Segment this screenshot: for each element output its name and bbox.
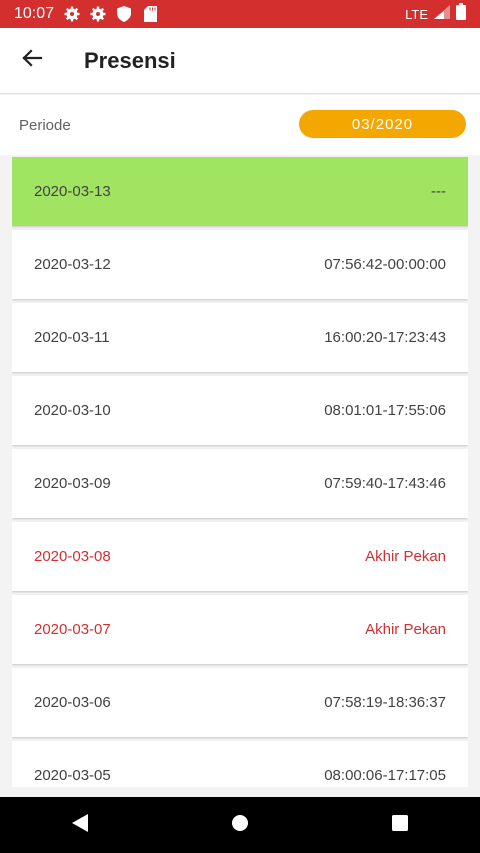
signal-icon xyxy=(434,4,450,24)
gear-icon xyxy=(64,6,80,22)
page-title: Presensi xyxy=(84,47,176,73)
status-bar: 10:07 LTE xyxy=(0,0,480,28)
row-date: 2020-03-10 xyxy=(34,402,111,419)
row-date: 2020-03-11 xyxy=(34,329,110,346)
nav-recents-icon xyxy=(391,814,409,837)
row-date: 2020-03-12 xyxy=(34,256,111,273)
attendance-row[interactable]: 2020-03-09 07:59:40-17:43:46 xyxy=(12,449,468,518)
nav-back-button[interactable] xyxy=(50,803,110,847)
row-date: 2020-03-08 xyxy=(34,548,111,565)
attendance-list[interactable]: 2020-03-13 --- 2020-03-12 07:56:42-00:00… xyxy=(12,157,468,787)
row-time: 08:01:01-17:55:06 xyxy=(324,402,446,419)
attendance-row[interactable]: 2020-03-12 07:56:42-00:00:00 xyxy=(12,230,468,299)
attendance-row[interactable]: 2020-03-05 08:00:06-17:17:05 xyxy=(12,741,468,787)
row-date: 2020-03-07 xyxy=(34,621,111,638)
back-button[interactable] xyxy=(10,39,54,83)
system-nav-bar xyxy=(0,797,480,853)
battery-icon xyxy=(456,3,466,25)
row-status: Akhir Pekan xyxy=(365,548,446,565)
row-status: Akhir Pekan xyxy=(365,621,446,638)
attendance-row[interactable]: 2020-03-11 16:00:20-17:23:43 xyxy=(12,303,468,372)
nav-home-button[interactable] xyxy=(210,803,270,847)
row-time: --- xyxy=(431,183,446,200)
arrow-back-icon xyxy=(21,47,43,74)
shield-icon xyxy=(116,6,132,22)
gear-icon xyxy=(90,6,106,22)
row-date: 2020-03-05 xyxy=(34,767,111,784)
attendance-row-weekend[interactable]: 2020-03-07 Akhir Pekan xyxy=(12,595,468,664)
row-time: 16:00:20-17:23:43 xyxy=(324,329,446,346)
app-bar: Presensi xyxy=(0,28,480,94)
sd-card-icon xyxy=(142,6,158,22)
attendance-row-weekend[interactable]: 2020-03-08 Akhir Pekan xyxy=(12,522,468,591)
periode-filter: Periode 03/2020 xyxy=(0,95,480,155)
row-date: 2020-03-06 xyxy=(34,694,111,711)
nav-recents-button[interactable] xyxy=(370,803,430,847)
network-type: LTE xyxy=(405,6,428,22)
attendance-row[interactable]: 2020-03-13 --- xyxy=(12,157,468,226)
row-date: 2020-03-13 xyxy=(34,183,111,200)
nav-home-icon xyxy=(231,814,249,837)
attendance-row[interactable]: 2020-03-10 08:01:01-17:55:06 xyxy=(12,376,468,445)
row-time: 07:56:42-00:00:00 xyxy=(324,256,446,273)
periode-label: Periode xyxy=(19,116,71,134)
row-date: 2020-03-09 xyxy=(34,475,111,492)
status-time: 10:07 xyxy=(14,5,55,22)
attendance-row[interactable]: 2020-03-06 07:58:19-18:36:37 xyxy=(12,668,468,737)
row-time: 08:00:06-17:17:05 xyxy=(324,767,446,784)
nav-back-icon xyxy=(71,813,89,838)
periode-selector-button[interactable]: 03/2020 xyxy=(299,110,466,138)
row-time: 07:59:40-17:43:46 xyxy=(324,475,446,492)
row-time: 07:58:19-18:36:37 xyxy=(324,694,446,711)
